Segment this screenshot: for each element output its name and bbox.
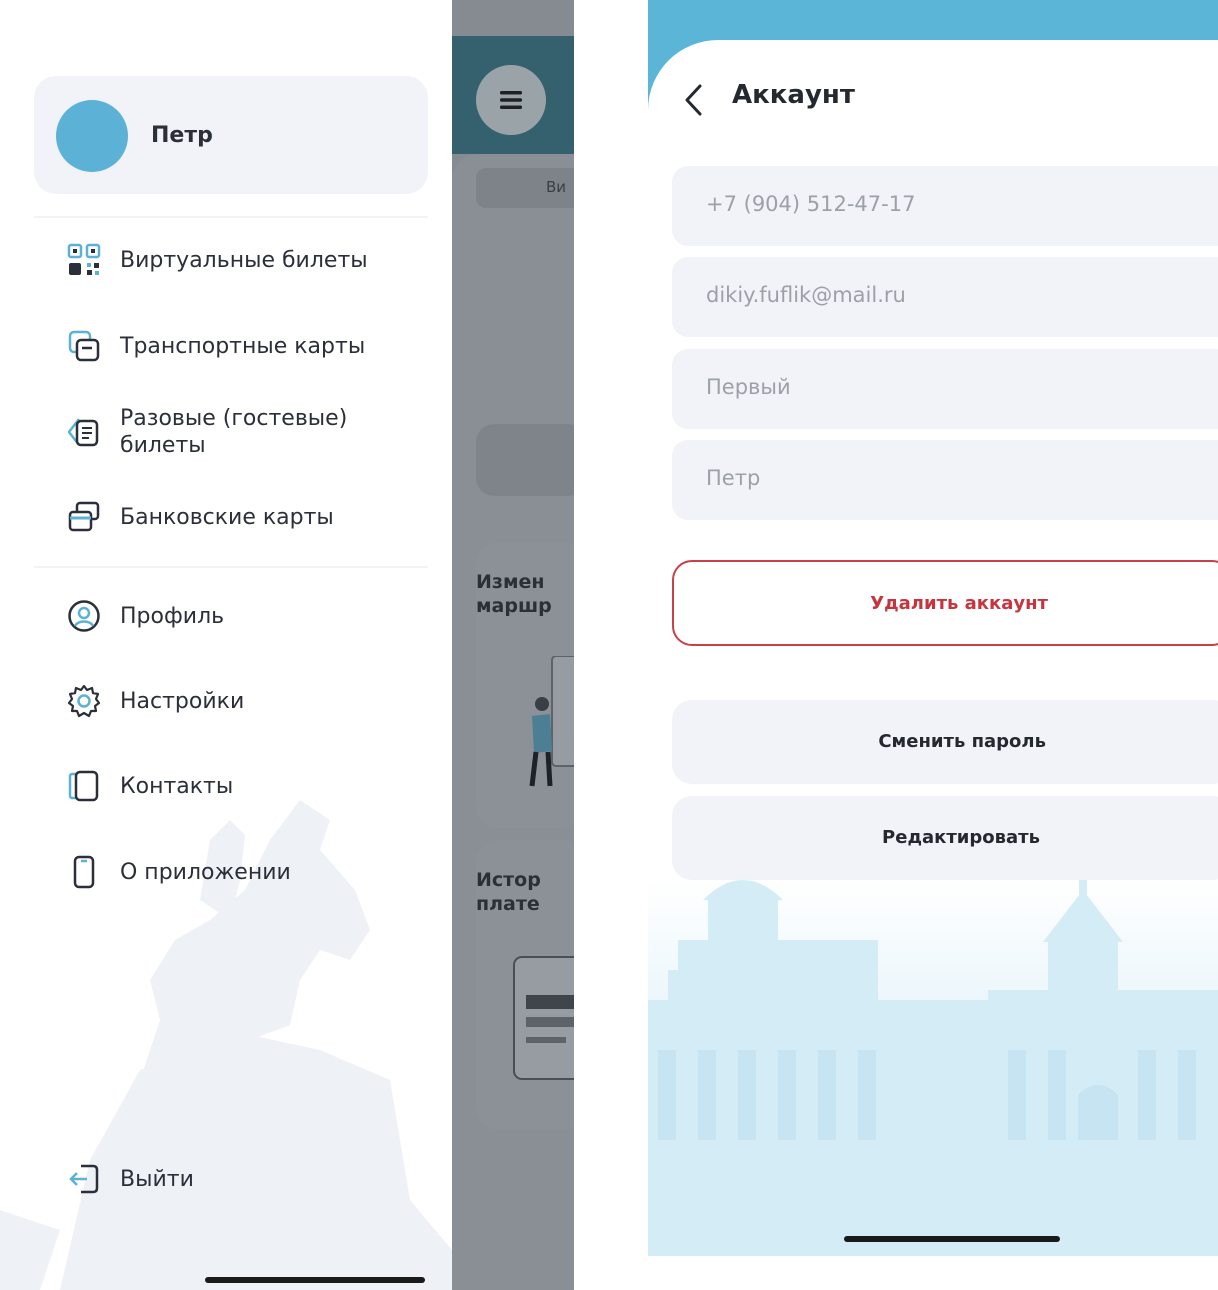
logout-button[interactable]: Выйти [64,1159,194,1199]
edit-button[interactable]: Редактировать [672,796,1218,880]
guest-ticket-icon [64,412,104,452]
menu-item-label: Контакты [120,773,234,799]
menu-item-guest-tickets[interactable]: Разовые (гостевые) билеты [64,405,347,459]
menu-item-virtual-tickets[interactable]: Виртуальные билеты [64,240,368,280]
first-name-field[interactable]: Петр [672,440,1218,520]
receipt-illustration [513,956,574,1080]
account-screen: Аккаунт +7 (904) 512-47-17 dikiy.fuflik@… [648,0,1218,1256]
menu-item-label: О приложении [120,859,291,885]
menu-item-label: Банковские карты [120,504,334,530]
change-password-label: Сменить пароль [878,731,1046,752]
side-drawer: Петр Виртуальные билеты Транспортные кар… [0,0,452,1290]
city-skyline-illustration [648,880,1218,1256]
profile-icon [64,596,104,636]
email-value: dikiy.fuflik@mail.ru [706,283,906,307]
route-card-title: Измен маршр [476,571,552,617]
email-field[interactable]: dikiy.fuflik@mail.ru [672,257,1218,337]
last-name-value: Первый [706,375,791,399]
delete-account-label: Удалить аккаунт [870,593,1048,614]
menu-icon [500,91,522,109]
edit-label: Редактировать [882,827,1040,848]
menu-item-label: Профиль [120,603,225,629]
tab-chip[interactable]: Ви [476,168,574,208]
menu-screen: Петр Виртуальные билеты Транспортные кар… [0,0,574,1290]
change-password-button[interactable]: Сменить пароль [672,700,1218,784]
page-title: Аккаунт [732,80,855,110]
menu-item-label: Виртуальные билеты [120,247,368,273]
qr-code-icon [64,240,104,280]
first-name-value: Петр [706,466,761,490]
divider [34,216,428,218]
user-card[interactable]: Петр [34,76,428,194]
hamburger-menu-button[interactable] [476,65,546,135]
bank-cards-icon [64,497,104,537]
phone-icon [64,852,104,892]
menu-item-transport-cards[interactable]: Транспортные карты [64,326,365,366]
menu-item-bank-cards[interactable]: Банковские карты [64,497,334,537]
person-illustration [529,656,574,787]
divider [34,566,428,568]
avatar [56,100,128,172]
menu-item-label: Транспортные карты [120,333,366,359]
menu-item-label: Настройки [120,688,245,714]
home-indicator [844,1236,1060,1242]
canvas: Петр Виртуальные билеты Транспортные кар… [0,0,1218,1290]
menu-item-contacts[interactable]: Контакты [64,766,233,806]
logout-label: Выйти [120,1166,194,1192]
menu-item-about[interactable]: О приложении [64,852,291,892]
back-button[interactable] [682,80,710,120]
last-name-field[interactable]: Первый [672,349,1218,429]
transport-card-icon [64,326,104,366]
phone-field[interactable]: +7 (904) 512-47-17 [672,166,1218,246]
account-sheet: Аккаунт +7 (904) 512-47-17 dikiy.fuflik@… [648,40,1218,1256]
settings-icon [64,681,104,721]
delete-account-button[interactable]: Удалить аккаунт [672,560,1218,646]
menu-item-profile[interactable]: Профиль [64,596,224,636]
user-name: Петр [151,123,213,148]
chevron-left-icon [685,84,702,116]
dimmed-main-screen[interactable]: Ви Измен маршр Истор плате [452,0,574,1290]
menu-item-label: Разовые (гостевые) билеты [120,406,348,458]
content-block [476,424,574,496]
phone-value: +7 (904) 512-47-17 [706,192,916,216]
contacts-icon [64,766,104,806]
menu-item-settings[interactable]: Настройки [64,681,244,721]
home-indicator [205,1277,425,1283]
logout-icon [64,1159,104,1199]
payment-history-card-title: Истор плате [476,869,541,915]
